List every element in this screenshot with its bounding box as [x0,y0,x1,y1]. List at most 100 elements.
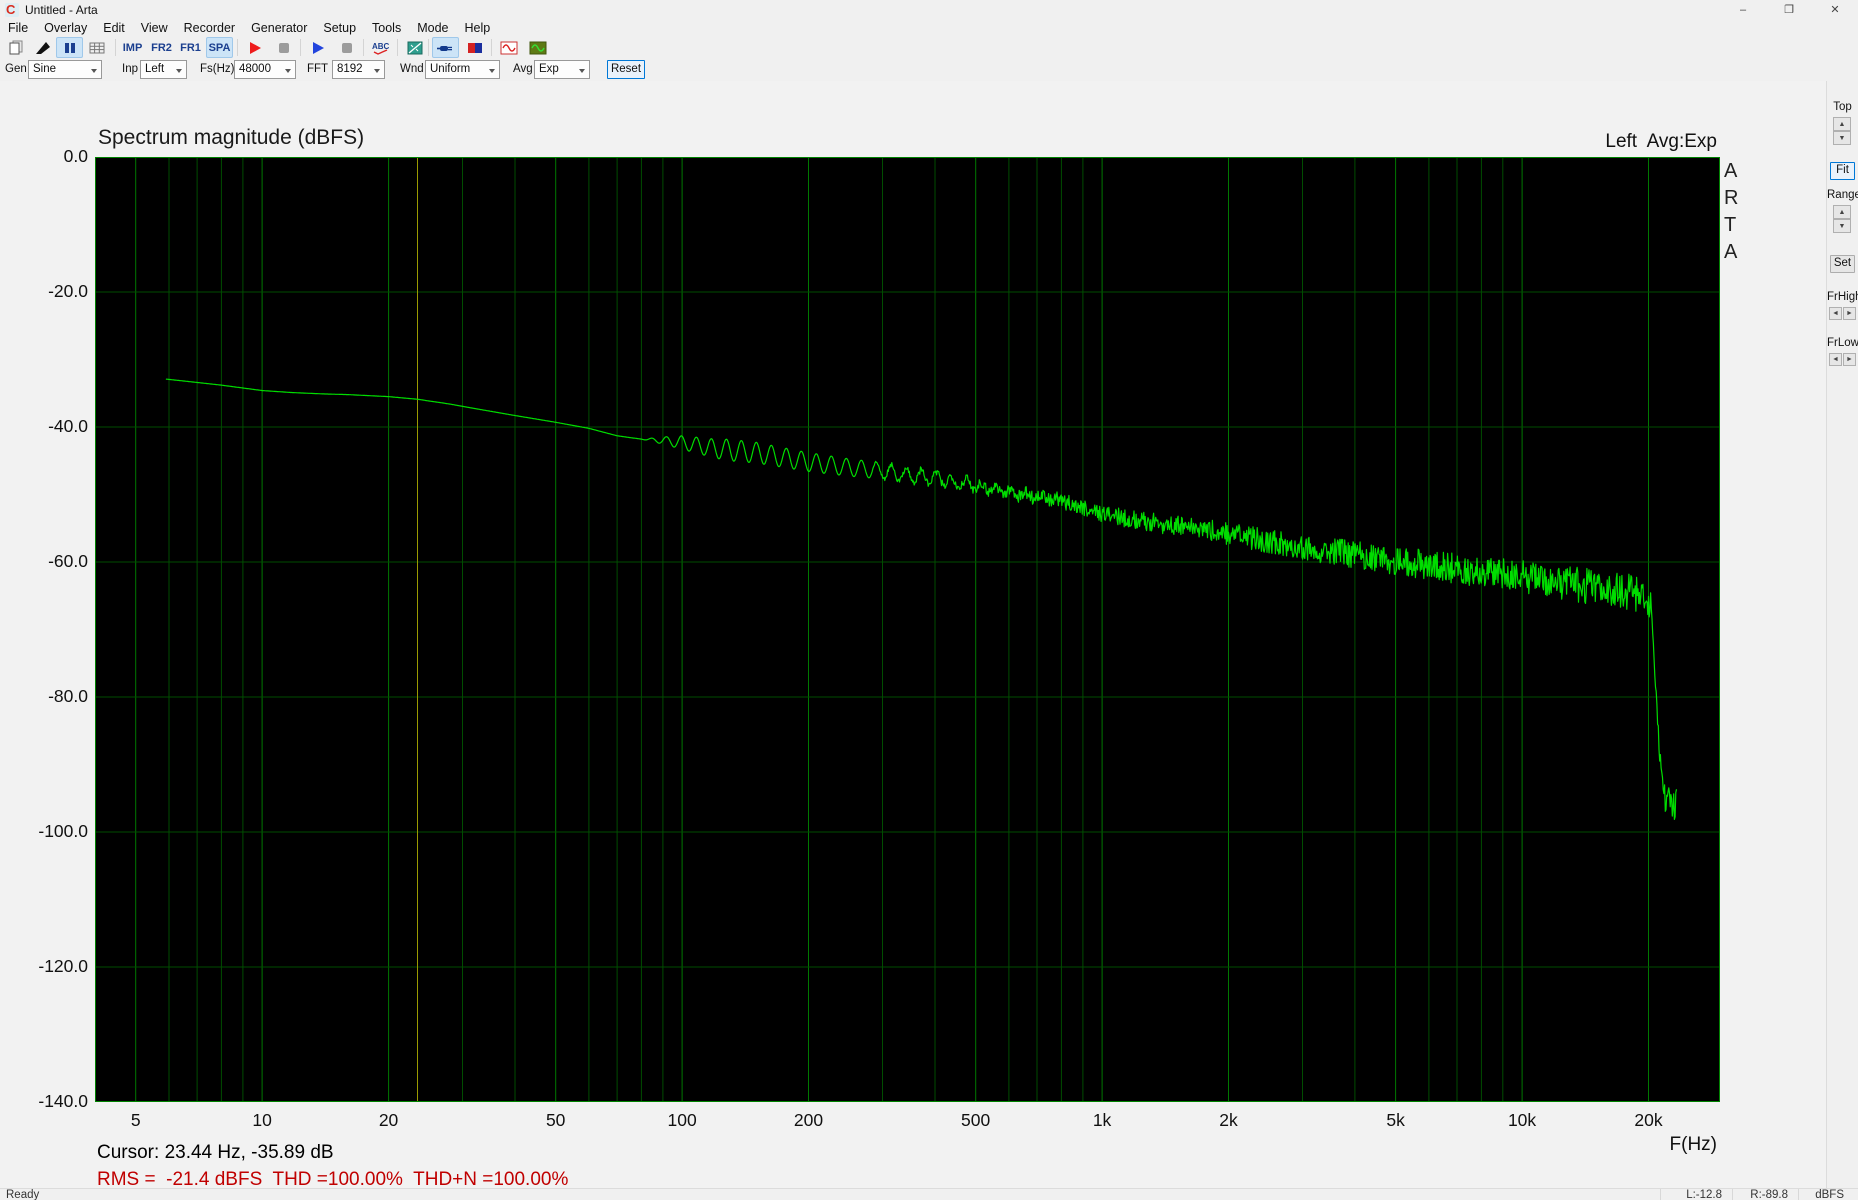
arrow-right-icon: ► [1846,356,1853,363]
arrow-left-icon: ◄ [1832,310,1839,317]
gen-select[interactable]: Sine [28,60,102,79]
avg-select[interactable]: Exp [534,60,590,79]
fs-select[interactable]: 48000 [234,60,296,79]
generator-start-button[interactable] [304,37,331,58]
toolbar-separator [428,39,429,56]
arrow-up-icon: ▲ [1838,121,1846,128]
stop-gray-icon [278,42,289,53]
arrow-right-icon: ► [1846,310,1853,317]
wnd-label: Wnd [400,63,424,75]
imp-mode-button[interactable]: IMP [119,37,146,58]
menu-mode[interactable]: Mode [409,20,456,36]
y-axis-tick-label: -80.0 [48,686,88,706]
spa-mode-button[interactable]: SPA [206,37,233,58]
top-down-button[interactable]: ▼ [1833,131,1851,145]
window-title: Untitled - Arta [25,3,98,17]
x-axis-tick-label: 20k [1634,1110,1663,1130]
chevron-down-icon [374,69,380,73]
spectrum-plot[interactable] [95,157,1720,1102]
play-red-icon [249,41,261,54]
svg-text:ABC: ABC [372,42,390,51]
menu-tools[interactable]: Tools [364,20,409,36]
x-axis-tick-label: 5k [1386,1110,1405,1130]
x-axis-tick-label: 20 [378,1110,399,1130]
restore-button[interactable]: ❐ [1766,0,1812,20]
scale-tool-button[interactable] [401,37,428,58]
record-stop-button[interactable] [270,37,297,58]
status-unit: dBFS [1798,1189,1850,1200]
y-axis-tick-label: -60.0 [48,551,88,571]
minimize-button[interactable]: – [1720,0,1766,20]
generator-stop-button[interactable] [333,37,360,58]
menu-view[interactable]: View [133,20,176,36]
inp-select[interactable]: Left [140,60,187,79]
fft-select[interactable]: 8192 [332,60,385,79]
status-left-level: L:-12.8 [1660,1189,1728,1200]
ruler-icon [407,41,422,54]
pause-button[interactable] [56,37,83,58]
grid-view-button[interactable] [83,37,110,58]
chevron-down-icon [91,69,97,73]
status-ready: Ready [6,1189,40,1200]
new-document-icon [9,40,22,54]
arrow-left-icon: ◄ [1832,356,1839,363]
labels-button[interactable]: ABC [367,37,394,58]
controls-bar: Gen Sine Inp Left Fs(Hz) 48000 FFT 8192 … [0,59,1858,81]
frlow-label: FrLow [1827,337,1858,349]
wave-red-icon [500,41,517,54]
arrow-down-icon: ▼ [1838,223,1846,230]
x-axis-tick-label: 50 [545,1110,566,1130]
chart-legend: Left Avg:Exp [1605,131,1717,152]
signal-wave-button[interactable] [495,37,522,58]
plug-icon [436,45,452,51]
y-axis-tick-label: -40.0 [48,416,88,436]
arrow-up-icon: ▲ [1838,209,1846,216]
set-button[interactable]: Set [1830,255,1855,273]
spectrum-wave-button[interactable] [524,37,551,58]
x-axis-tick-label: 10 [252,1110,272,1130]
frhigh-left-button[interactable]: ◄ [1829,307,1842,320]
frhigh-right-button[interactable]: ► [1843,307,1856,320]
fr1-mode-button[interactable]: FR1 [177,37,204,58]
range-up-button[interactable]: ▲ [1833,205,1851,219]
level-meter-button[interactable] [461,37,488,58]
x-axis-tick-label: 200 [793,1110,824,1130]
top-up-button[interactable]: ▲ [1833,117,1851,131]
gen-label: Gen [5,63,27,75]
menu-edit[interactable]: Edit [95,20,133,36]
y-axis-tick-label: -140.0 [38,1091,88,1111]
frhigh-label: FrHigh [1827,291,1858,303]
menu-overlay[interactable]: Overlay [36,20,95,36]
x-axis-tick-label: 100 [667,1110,697,1130]
title-bar: C Untitled - Arta – ❐ ✕ [0,0,1858,20]
reset-button[interactable]: Reset [607,60,645,79]
close-button[interactable]: ✕ [1812,0,1858,20]
x-axis-unit-label: F(Hz) [1669,1134,1717,1155]
range-down-button[interactable]: ▼ [1833,219,1851,233]
grid-icon [89,42,104,53]
menu-generator[interactable]: Generator [243,20,315,36]
menu-help[interactable]: Help [457,20,499,36]
x-axis-tick-label: 10k [1507,1110,1537,1130]
menu-bar: File Overlay Edit View Recorder Generato… [0,20,1858,37]
frlow-right-button[interactable]: ► [1843,353,1856,366]
fr2-mode-button[interactable]: FR2 [148,37,175,58]
range-label: Range [1827,189,1858,201]
record-start-button[interactable] [241,37,268,58]
wnd-select[interactable]: Uniform [425,60,500,79]
top-label: Top [1833,101,1852,113]
menu-file[interactable]: File [0,20,36,36]
menu-setup[interactable]: Setup [315,20,364,36]
audio-device-button[interactable] [432,37,459,58]
menu-recorder[interactable]: Recorder [176,20,243,36]
chart-title: Spectrum magnitude (dBFS) [98,126,365,149]
y-axis-tick-label: 0.0 [63,146,88,166]
pen-tool-button[interactable] [29,37,56,58]
pen-icon [35,41,50,54]
fit-button[interactable]: Fit [1830,162,1855,180]
new-document-button[interactable] [2,37,29,58]
x-axis-tick-label: 5 [130,1110,141,1130]
avg-label: Avg [513,63,533,75]
frlow-left-button[interactable]: ◄ [1829,353,1842,366]
abc-icon: ABC [372,42,390,55]
